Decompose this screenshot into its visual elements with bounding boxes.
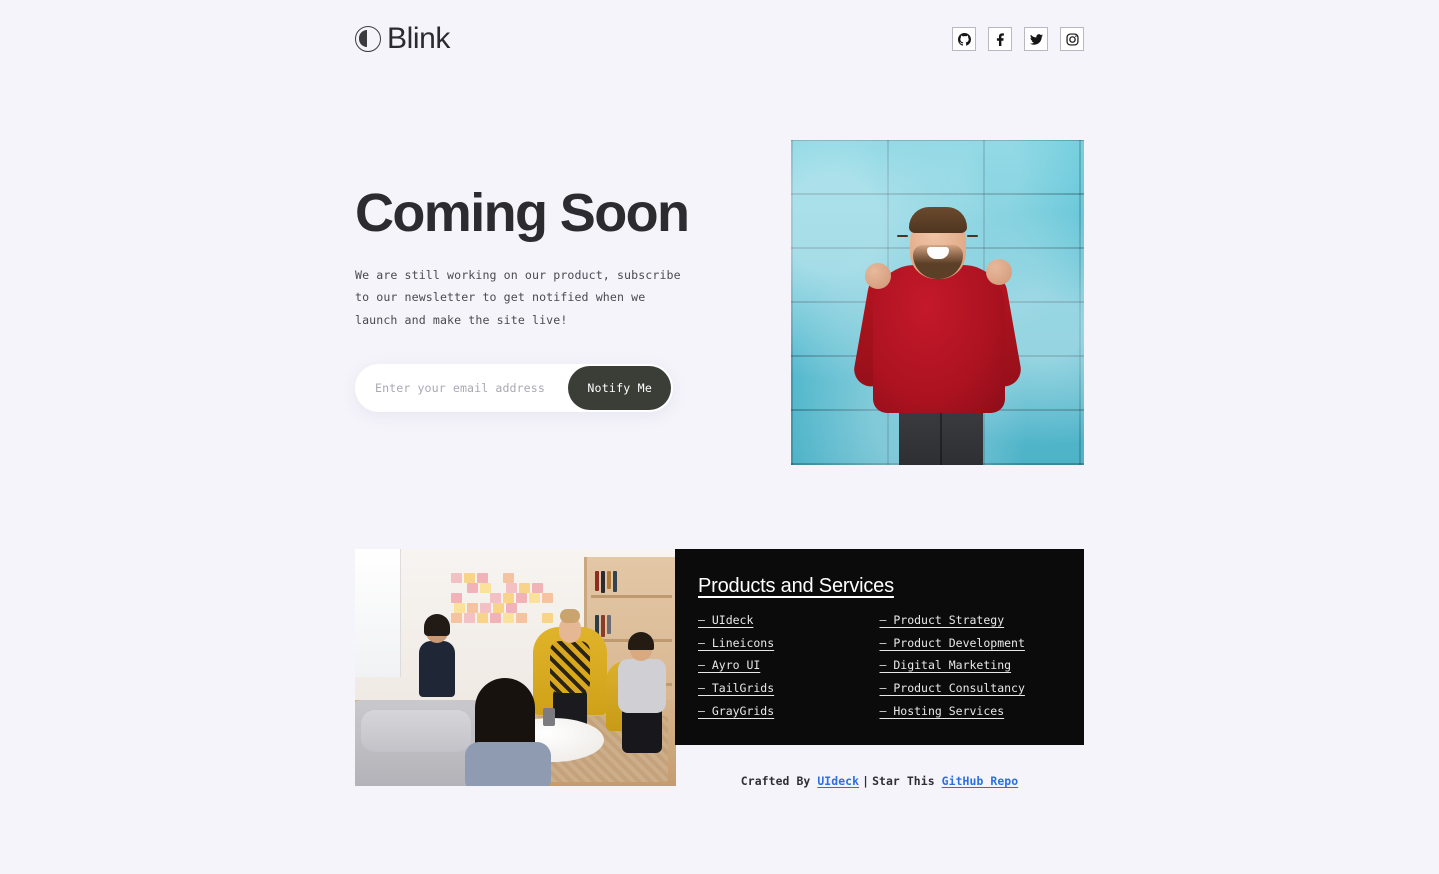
site-header: Blink [0, 0, 1439, 82]
coming-soon-page: Blink Coming Soon We are still working o… [0, 0, 1439, 874]
github-icon [958, 33, 971, 46]
service-link[interactable]: – Product Consultancy [880, 677, 1062, 700]
footer-uideck-link[interactable]: UIdeck [817, 774, 859, 788]
blink-circle-icon [355, 26, 381, 52]
social-link-twitter[interactable] [1024, 27, 1048, 51]
service-link[interactable]: – Lineicons [698, 632, 880, 655]
service-link[interactable]: – Product Strategy [880, 609, 1062, 632]
services-column-left: – UIdeck – Lineicons – Ayro UI – TailGri… [698, 609, 880, 723]
service-link[interactable]: – Hosting Services [880, 700, 1062, 723]
twitter-icon [1030, 33, 1043, 46]
footer-separator: | [859, 774, 872, 788]
footer: Crafted By UIdeck | Star This GitHub Repo [675, 774, 1084, 788]
service-link[interactable]: – UIdeck [698, 609, 880, 632]
social-links [952, 27, 1084, 51]
service-link[interactable]: – Ayro UI [698, 654, 880, 677]
service-link[interactable]: – Product Development [880, 632, 1062, 655]
footer-crafted-label: Crafted By [741, 774, 811, 788]
social-link-github[interactable] [952, 27, 976, 51]
page-title: Coming Soon [355, 185, 700, 242]
notify-me-button[interactable]: Notify Me [568, 366, 671, 410]
services-link-columns: – UIdeck – Lineicons – Ayro UI – TailGri… [698, 609, 1061, 723]
facebook-icon [994, 33, 1007, 46]
services-title: Products and Services [698, 575, 894, 598]
footer-star-label: Star This [872, 774, 935, 788]
brand-name: Blink [387, 24, 450, 54]
service-link[interactable]: – Digital Marketing [880, 654, 1062, 677]
brand-logo[interactable]: Blink [355, 24, 450, 54]
email-input[interactable] [355, 381, 568, 395]
instagram-icon [1066, 33, 1079, 46]
services-panel: Products and Services – UIdeck – Lineico… [675, 549, 1084, 745]
service-link[interactable]: – TailGrids [698, 677, 880, 700]
services-image [355, 549, 676, 786]
subscribe-form: Notify Me [355, 364, 673, 412]
service-link[interactable]: – GrayGrids [698, 700, 880, 723]
footer-github-repo-link[interactable]: GitHub Repo [942, 774, 1019, 788]
social-link-instagram[interactable] [1060, 27, 1084, 51]
social-link-facebook[interactable] [988, 27, 1012, 51]
hero-section: Coming Soon We are still working on our … [355, 185, 700, 331]
hero-image-person [791, 165, 1084, 465]
hero-description: We are still working on our product, sub… [355, 264, 691, 332]
hero-image [791, 140, 1084, 465]
services-column-right: – Product Strategy – Product Development… [880, 609, 1062, 723]
